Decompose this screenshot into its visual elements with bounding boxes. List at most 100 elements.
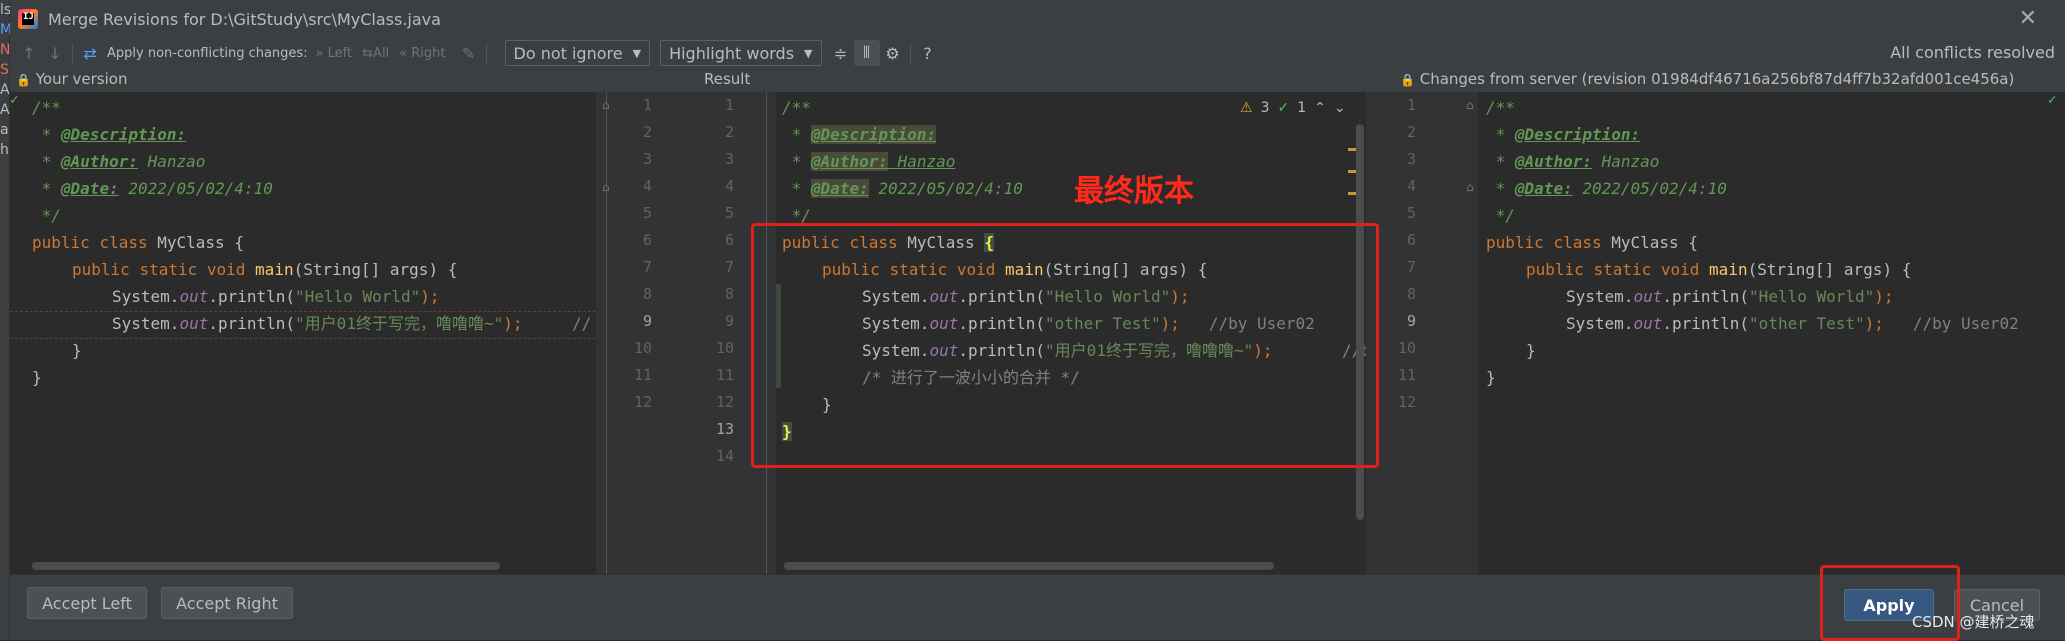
highlight-dropdown-value: Highlight words	[669, 43, 795, 63]
conflict-line	[10, 338, 596, 339]
comment-text: *	[32, 152, 61, 171]
arrow-up-icon[interactable]: ↑	[16, 40, 42, 66]
line-number: 5	[724, 204, 734, 222]
ide-strip-char: M	[0, 22, 10, 38]
close-icon[interactable]: ✕	[2019, 6, 2037, 31]
line-number: 10	[1397, 339, 1416, 357]
keyword: public	[1486, 233, 1544, 252]
brace: }	[72, 341, 82, 360]
comment-text: *	[32, 179, 61, 198]
toolbar-divider	[909, 43, 911, 63]
comment-text: Hanzao	[887, 152, 956, 171]
ide-side-strip: ls M N S A A a h	[0, 0, 10, 640]
code-line: System.out.println("Hello World");	[1566, 283, 1894, 310]
method-args: (String[] args) {	[293, 260, 458, 279]
line-comment: //	[572, 314, 592, 333]
chevron-up-icon[interactable]: ⌃	[1314, 100, 1326, 116]
comment-text: */	[32, 206, 61, 225]
code-line: /**	[32, 94, 61, 121]
code-line: System.out.println("Hello World");	[112, 283, 440, 310]
code-line: /**	[782, 94, 811, 121]
line-number: 3	[642, 150, 652, 168]
sync-scroll-icon[interactable]: ⫴	[853, 40, 880, 66]
arrow-down-icon[interactable]: ↓	[42, 40, 68, 66]
method-args: (String[] args) {	[1747, 260, 1912, 279]
chevron-down-icon[interactable]: ⌄	[1334, 100, 1346, 116]
string-literal: "Hello World"	[1749, 287, 1875, 306]
apply-right-button[interactable]: « Right	[399, 46, 445, 61]
accept-left-button[interactable]: Accept Left	[27, 587, 147, 619]
line-number: 3	[724, 150, 734, 168]
code-line: }	[32, 364, 42, 391]
line-number: 11	[715, 366, 734, 384]
code-line: public class MyClass {	[32, 229, 244, 256]
ide-strip-char: A	[0, 102, 10, 118]
final-version-highlight-box	[751, 223, 1379, 468]
warning-count: 3	[1260, 100, 1270, 116]
apply-all-button[interactable]: ⇆All	[362, 46, 389, 61]
comment-text: 2022/05/02/4:10	[868, 179, 1023, 198]
line-number: 6	[1406, 231, 1416, 249]
code-line: public static void main(String[] args) {	[1526, 256, 1911, 283]
accept-right-button[interactable]: Accept Right	[161, 587, 293, 619]
chevron-down-icon: ▼	[632, 46, 642, 60]
line-number: 8	[1406, 285, 1416, 303]
left-line-numbers: 1 2 3 4 5 6 7 8 9 10 11 12	[612, 92, 692, 574]
your-version-label: Your version	[35, 70, 128, 88]
apply-left-button[interactable]: » Left	[316, 46, 353, 61]
line-number: 12	[715, 393, 734, 411]
comment-text: 2022/05/02/4:10	[1572, 179, 1727, 198]
code-text: .println(	[208, 314, 296, 333]
title-bar: IJ Merge Revisions for D:\GitStudy\src\M…	[10, 0, 2065, 38]
gear-icon[interactable]: ⚙	[880, 40, 906, 66]
comment-text: *	[1486, 179, 1515, 198]
line-number: 9	[1406, 312, 1416, 330]
apply-left-label: Left	[327, 45, 353, 61]
code-line: System.out.println("用户01终于写完，噜噜噜~");	[112, 310, 522, 337]
doc-tag: @Description:	[1514, 125, 1641, 144]
line-number: 11	[1397, 366, 1416, 384]
server-version-label: Changes from server (revision 01984df467…	[1419, 70, 2015, 88]
comment-text: Hanzao	[137, 152, 206, 171]
right-editor-panel[interactable]: ✓ /** * @Description: * @Author: Hanzao …	[1478, 92, 2065, 574]
code-line: */	[1486, 202, 1515, 229]
code-line: System.out.println("other Test"); //by U…	[1566, 310, 2019, 337]
fold-icon[interactable]: ⌂	[1466, 98, 1474, 112]
apply-non-conflicting-label: Apply non-conflicting changes:	[107, 45, 308, 61]
horizontal-scrollbar[interactable]	[32, 562, 500, 570]
keyword: class	[1553, 233, 1602, 252]
left-editor-panel[interactable]: ✓ /** * @Description: * @Author: Hanzao …	[10, 92, 596, 574]
ignore-dropdown-value: Do not ignore	[513, 43, 623, 63]
chevron-down-icon: ▼	[804, 46, 813, 60]
highlight-dropdown[interactable]: Highlight words ▼	[660, 40, 822, 66]
doc-tag: @Date:	[1514, 179, 1573, 198]
line-number: 7	[724, 258, 734, 276]
line-number: 8	[642, 285, 652, 303]
line-number: 2	[724, 123, 734, 141]
apply-non-conflicting-icon[interactable]: ⇄	[77, 40, 103, 66]
code-text: );	[503, 314, 523, 333]
lock-icon: 🔒	[1400, 73, 1415, 87]
final-version-annotation: 最终版本	[1074, 174, 1194, 209]
field: out	[1633, 314, 1663, 333]
comment-text: */	[1486, 206, 1515, 225]
code-line: * @Date: 2022/05/02/4:10	[32, 175, 273, 202]
collapse-unchanged-icon[interactable]: ≑	[828, 40, 854, 66]
line-number: 9	[642, 312, 652, 330]
code-text: System.	[1566, 314, 1634, 333]
help-icon[interactable]: ?	[915, 40, 941, 66]
brace: }	[1526, 341, 1536, 360]
code-text: .println(	[208, 287, 296, 306]
line-number: 12	[633, 393, 652, 411]
ignore-whitespace-dropdown[interactable]: Do not ignore ▼	[504, 40, 651, 66]
inspection-badges[interactable]: ⚠ 3 ✓ 1 ⌃ ⌄	[1240, 100, 1346, 116]
magic-resolve-icon[interactable]: ✎	[456, 40, 482, 66]
window-title: Merge Revisions for D:\GitStudy\src\MyCl…	[48, 9, 441, 29]
fold-icon[interactable]: ⌂	[1466, 180, 1474, 194]
line-number: 3	[1406, 150, 1416, 168]
comment-text: /**	[1486, 98, 1515, 117]
line-number: 4	[724, 177, 734, 195]
horizontal-scrollbar[interactable]	[784, 562, 1274, 570]
line-number: 4	[642, 177, 652, 195]
your-version-header: 🔒 Your version	[16, 70, 127, 88]
